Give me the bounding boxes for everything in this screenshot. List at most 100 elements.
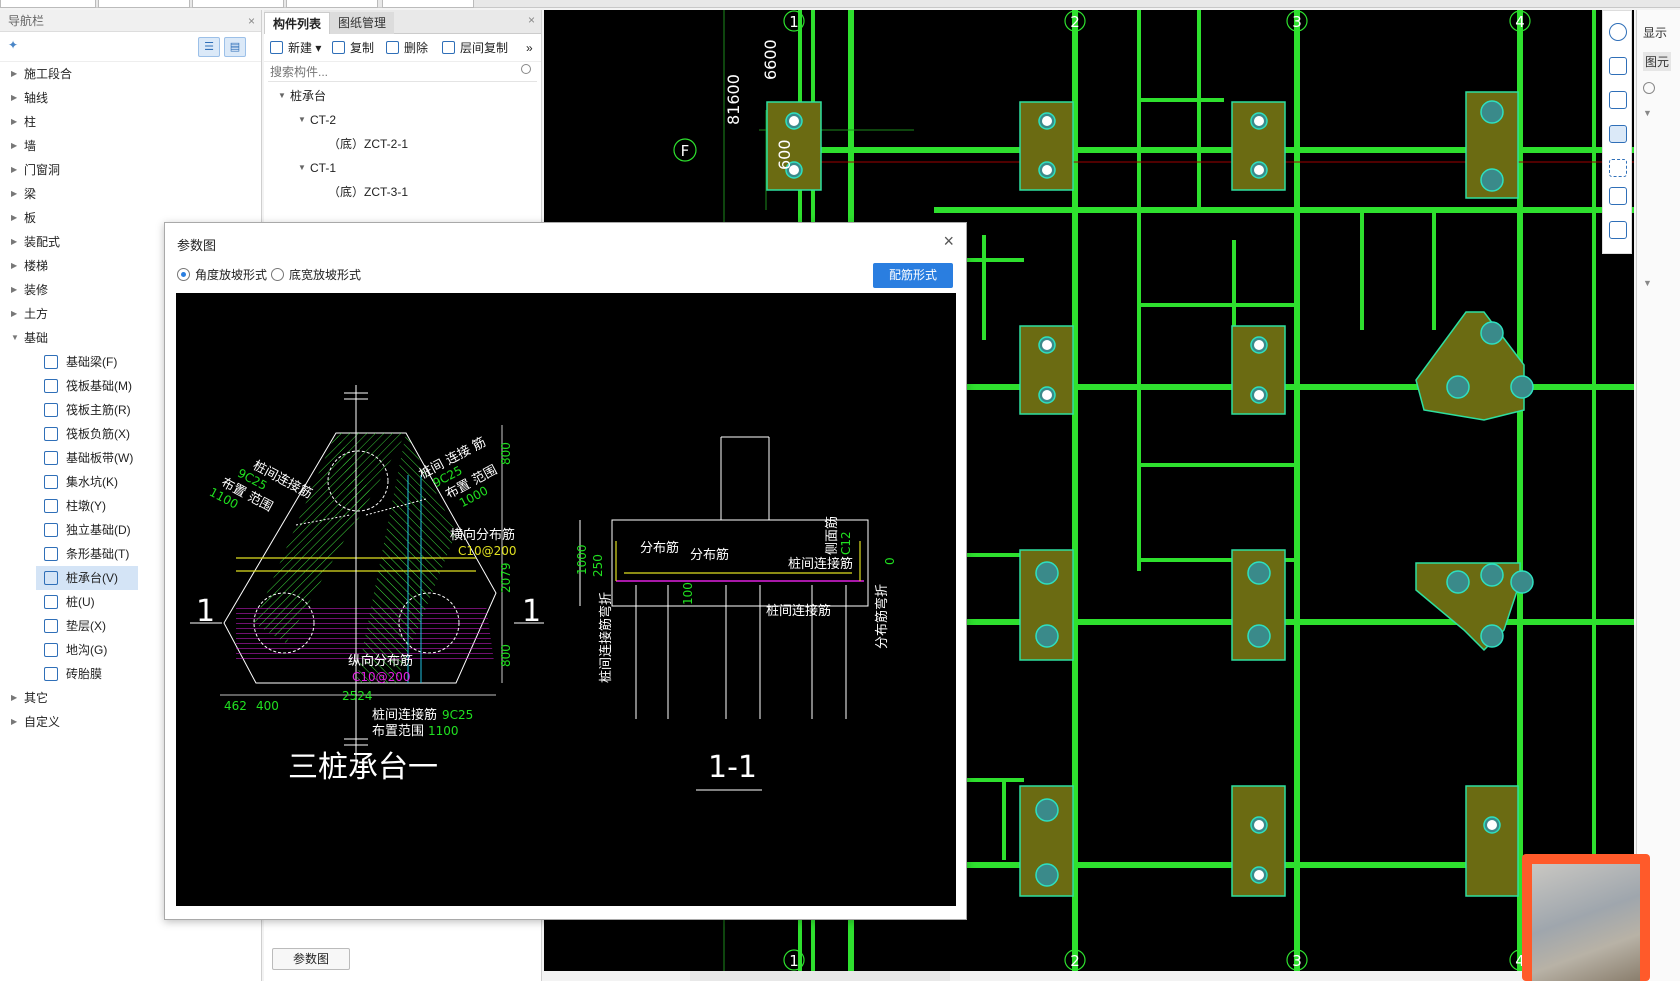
expand-arrow-icon[interactable]: ▶	[11, 62, 17, 86]
tree-node-label: （底）ZCT-3-1	[328, 185, 409, 199]
nav-sub-item-label: 垫层(X)	[66, 619, 106, 633]
list-view-icon[interactable]: ☰	[198, 37, 220, 57]
floor-copy-label: 层间复制	[460, 41, 509, 55]
toolbar-combo-4[interactable]	[286, 0, 378, 8]
nav-close-icon[interactable]: ×	[248, 10, 255, 32]
nav-sub-item-label: 筏板基础(M)	[66, 379, 132, 393]
delete-icon	[386, 41, 399, 54]
toolbar-combo-1[interactable]	[0, 0, 96, 8]
display-radio[interactable]	[1643, 82, 1655, 94]
tree-node-zct-3-1[interactable]: （底）ZCT-3-1	[264, 180, 541, 204]
expand-arrow-icon[interactable]: ▶	[11, 86, 17, 110]
search-icon[interactable]	[521, 64, 531, 74]
pile-icon	[44, 595, 58, 609]
dim-462: 462	[224, 699, 247, 713]
expand-arrow-icon[interactable]: ▶	[11, 158, 17, 182]
copy-button[interactable]: 复制	[332, 39, 374, 57]
section-dist-2: 分布筋	[690, 547, 729, 563]
expand-arrow-icon[interactable]: ▶	[11, 302, 17, 326]
toolbar-combo-5[interactable]	[382, 0, 474, 8]
nav-title: 导航栏	[8, 14, 45, 28]
component-search-input[interactable]	[268, 62, 508, 81]
nav-item[interactable]: ▶ 施工段合	[0, 62, 261, 86]
label-bottom-link: 桩间连接筋	[372, 707, 437, 723]
solid-view-icon[interactable]	[1609, 125, 1627, 143]
label-bottom-range: 布置范围	[372, 724, 424, 739]
expand-arrow-icon[interactable]: ▶	[11, 182, 17, 206]
nav-sub-item[interactable]: 桩承台(V)	[36, 566, 138, 590]
radio-width-slope[interactable]: 底宽放坡形式	[271, 267, 361, 283]
photo-thumbnail[interactable]	[1522, 854, 1650, 981]
section-dim-0: 0	[883, 557, 897, 565]
toolbar-combo-3[interactable]	[192, 0, 284, 8]
detail-view-icon[interactable]: ▤	[224, 37, 246, 57]
floor-copy-button[interactable]: 层间复制	[442, 39, 508, 57]
tree-node-label: 桩承台	[290, 89, 327, 103]
toolbar-combo-2[interactable]	[98, 0, 190, 8]
element-tab[interactable]: 图元	[1643, 52, 1672, 71]
nav-item[interactable]: ▶ 门窗洞	[0, 158, 261, 182]
delete-label: 删除	[404, 41, 429, 55]
tree-node-ct2[interactable]: ▼ CT-2	[264, 108, 541, 132]
axis-bottom-3: 3	[1292, 952, 1302, 970]
axis-bottom-1: 1	[789, 952, 799, 970]
nav-item-label: 梁	[24, 187, 37, 201]
rebar-form-button[interactable]: 配筋形式	[873, 263, 953, 288]
thumbnail-image	[1532, 864, 1640, 981]
parameter-drawing-canvas: 1 1 桩间连接筋 9C25 布置 范围 1100 桩间 连接 筋 9C25 布…	[176, 293, 956, 906]
collapse-arrow-icon[interactable]: ▼	[11, 326, 19, 350]
dim-2079: 2079	[499, 562, 513, 593]
collapse-arrow-icon[interactable]: ▼	[1643, 108, 1652, 118]
nav-item[interactable]: ▶ 轴线	[0, 86, 261, 110]
radio-angle-slope[interactable]: 角度放坡形式	[177, 267, 267, 283]
radio-dot-on-icon	[177, 268, 190, 281]
strip-footing-icon	[44, 547, 58, 561]
foundation-beam-icon	[44, 355, 58, 369]
cube-view-icon[interactable]	[1609, 187, 1627, 205]
nav-item[interactable]: ▶ 柱	[0, 110, 261, 134]
orbit-icon[interactable]	[1609, 23, 1627, 41]
nav-sub-item-label: 条形基础(T)	[66, 547, 130, 561]
expand-arrow-icon[interactable]: ▶	[11, 686, 17, 710]
nav-sub-item-label: 柱墩(Y)	[66, 499, 106, 513]
expand-arrow-icon[interactable]: ▶	[11, 206, 17, 230]
delete-button[interactable]: 删除	[386, 39, 428, 57]
param-drawing-button[interactable]: 参数图	[272, 948, 350, 970]
expand-arrow-icon[interactable]: ▶	[11, 134, 17, 158]
expand-arrow-icon[interactable]: ▶	[11, 110, 17, 134]
section-left-vertical: 桩间连接筋弯折	[598, 592, 614, 683]
nav-item-label: 其它	[24, 691, 49, 705]
nav-item[interactable]: ▶ 墙	[0, 134, 261, 158]
nav-item-label: 板	[24, 211, 37, 225]
nav-sub-item-label: 集水坑(K)	[66, 475, 118, 489]
nav-item[interactable]: ▶ 梁	[0, 182, 261, 206]
display-label: 显示	[1643, 26, 1668, 40]
dialog-title: 参数图	[177, 238, 217, 253]
pin-icon[interactable]: ✦	[8, 38, 18, 52]
box-view-icon[interactable]	[1609, 91, 1627, 109]
foundation-strip-icon	[44, 451, 58, 465]
fit-view-icon[interactable]	[1609, 159, 1627, 177]
component-tabs: 构件列表 图纸管理 ×	[264, 10, 541, 34]
tab-component-list[interactable]: 构件列表	[264, 12, 331, 34]
expand-arrow-icon[interactable]: ▶	[11, 254, 17, 278]
more-button[interactable]: »	[526, 39, 533, 57]
component-close-icon[interactable]: ×	[528, 13, 535, 27]
nav-item-label: 施工段合	[24, 67, 73, 81]
dialog-close-icon[interactable]: ×	[943, 231, 954, 252]
tree-node-pile-cap[interactable]: ▼ 桩承台	[264, 84, 541, 108]
properties-icon[interactable]	[1609, 221, 1627, 239]
copy-icon	[332, 41, 345, 54]
3d-view-icon[interactable]	[1609, 57, 1627, 75]
tab-drawing-management[interactable]: 图纸管理	[330, 12, 395, 34]
pile-cap-icon	[44, 571, 58, 585]
expand-arrow-icon[interactable]: ▶	[11, 230, 17, 254]
tree-node-label: （底）ZCT-2-1	[328, 137, 409, 151]
expand-arrow-icon[interactable]: ▶	[11, 278, 17, 302]
new-button[interactable]: 新建 ▾	[270, 39, 321, 57]
tree-node-ct1[interactable]: ▼ CT-1	[264, 156, 541, 180]
expand-arrow-icon[interactable]: ▶	[11, 710, 17, 734]
collapse-arrow-icon-2[interactable]: ▼	[1643, 278, 1652, 288]
section-title: 1-1	[708, 750, 757, 785]
tree-node-zct-2-1[interactable]: （底）ZCT-2-1	[264, 132, 541, 156]
